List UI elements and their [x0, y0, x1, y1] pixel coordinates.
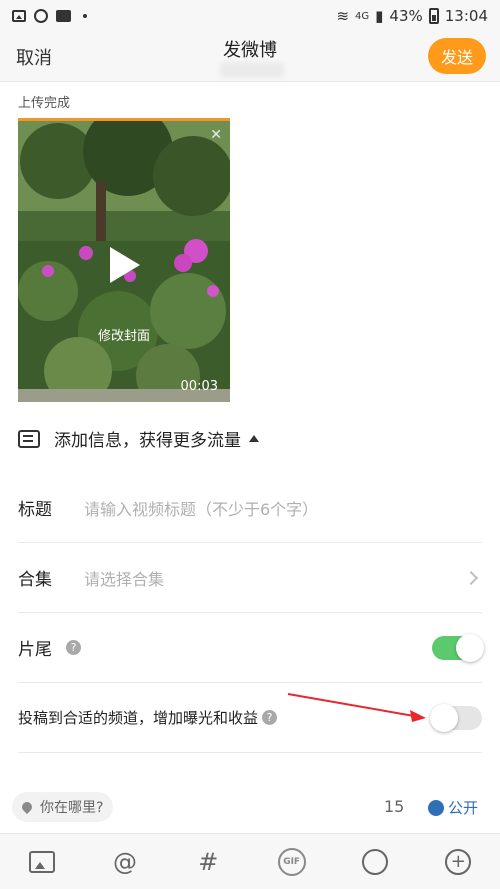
- globe-icon: [428, 799, 444, 816]
- edit-note-icon: [18, 429, 40, 448]
- help-icon[interactable]: ?: [262, 710, 278, 725]
- gif-icon[interactable]: GIF: [274, 844, 310, 880]
- ending-toggle[interactable]: [432, 633, 484, 662]
- status-bar: ≋ 4G ▮ 43% 13:04: [0, 0, 500, 32]
- location-pin-icon: [19, 799, 35, 815]
- send-button[interactable]: 发送: [428, 38, 486, 74]
- more-notifications-icon: [83, 14, 87, 18]
- page-title: 发微博: [223, 40, 277, 61]
- visibility-button[interactable]: 公开: [428, 797, 478, 818]
- gif-label: GIF: [277, 847, 306, 876]
- location-button[interactable]: 你在哪里?: [12, 792, 114, 822]
- collapse-caret-icon: [249, 435, 259, 442]
- weather-icon: [34, 9, 48, 23]
- ending-label: 片尾: [18, 640, 52, 660]
- image-icon[interactable]: [24, 844, 60, 880]
- remove-video-icon[interactable]: ✕: [210, 127, 222, 143]
- ending-row: 片尾 ?: [18, 613, 484, 683]
- battery-percent: 43%: [389, 7, 423, 25]
- collection-label: 合集: [18, 570, 52, 590]
- clock: 13:04: [444, 7, 488, 25]
- wifi-icon: ≋: [336, 7, 350, 25]
- compose-header: 取消 发微博 发送: [0, 32, 500, 82]
- emoji-icon[interactable]: [357, 844, 393, 880]
- location-placeholder: 你在哪里?: [40, 800, 104, 816]
- channel-row: 投稿到合适的频道，增加曝光和收益 ?: [18, 683, 482, 753]
- image-notification-icon: [12, 10, 26, 22]
- battery-icon: [428, 8, 439, 24]
- hashtag-icon[interactable]: #: [190, 844, 226, 880]
- title-label: 标题: [18, 500, 52, 520]
- add-info-label: 添加信息，获得更多流量: [54, 431, 241, 451]
- add-info-toggle[interactable]: 添加信息，获得更多流量: [18, 426, 259, 451]
- account-name-blurred: [220, 62, 284, 78]
- help-icon[interactable]: ?: [66, 640, 81, 655]
- channel-toggle[interactable]: [430, 703, 482, 732]
- compose-toolbar: @ # GIF +: [0, 833, 500, 889]
- chevron-right-icon: [463, 570, 479, 585]
- character-count: 15: [384, 797, 405, 816]
- video-thumbnail[interactable]: ✕ 修改封面 00:03: [18, 118, 230, 402]
- play-icon[interactable]: [110, 247, 140, 283]
- channel-label: 投稿到合适的频道，增加曝光和收益: [18, 709, 259, 727]
- signal-icon: ▮: [375, 7, 384, 25]
- video-duration: 00:03: [180, 379, 218, 394]
- visibility-label: 公开: [448, 799, 479, 817]
- network-type: 4G: [355, 10, 370, 22]
- title-row[interactable]: 标题 请输入视频标题（不少于6个字）: [18, 473, 482, 543]
- add-label: +: [445, 848, 472, 875]
- more-add-icon[interactable]: +: [440, 844, 476, 880]
- edit-cover-label[interactable]: 修改封面: [18, 325, 230, 344]
- collection-select[interactable]: 请选择合集: [84, 566, 164, 590]
- mention-icon[interactable]: @: [107, 844, 143, 880]
- message-icon: [56, 10, 71, 22]
- title-input[interactable]: 请输入视频标题（不少于6个字）: [84, 496, 318, 520]
- collection-row[interactable]: 合集 请选择合集: [18, 543, 482, 613]
- upload-status: 上传完成: [18, 96, 71, 111]
